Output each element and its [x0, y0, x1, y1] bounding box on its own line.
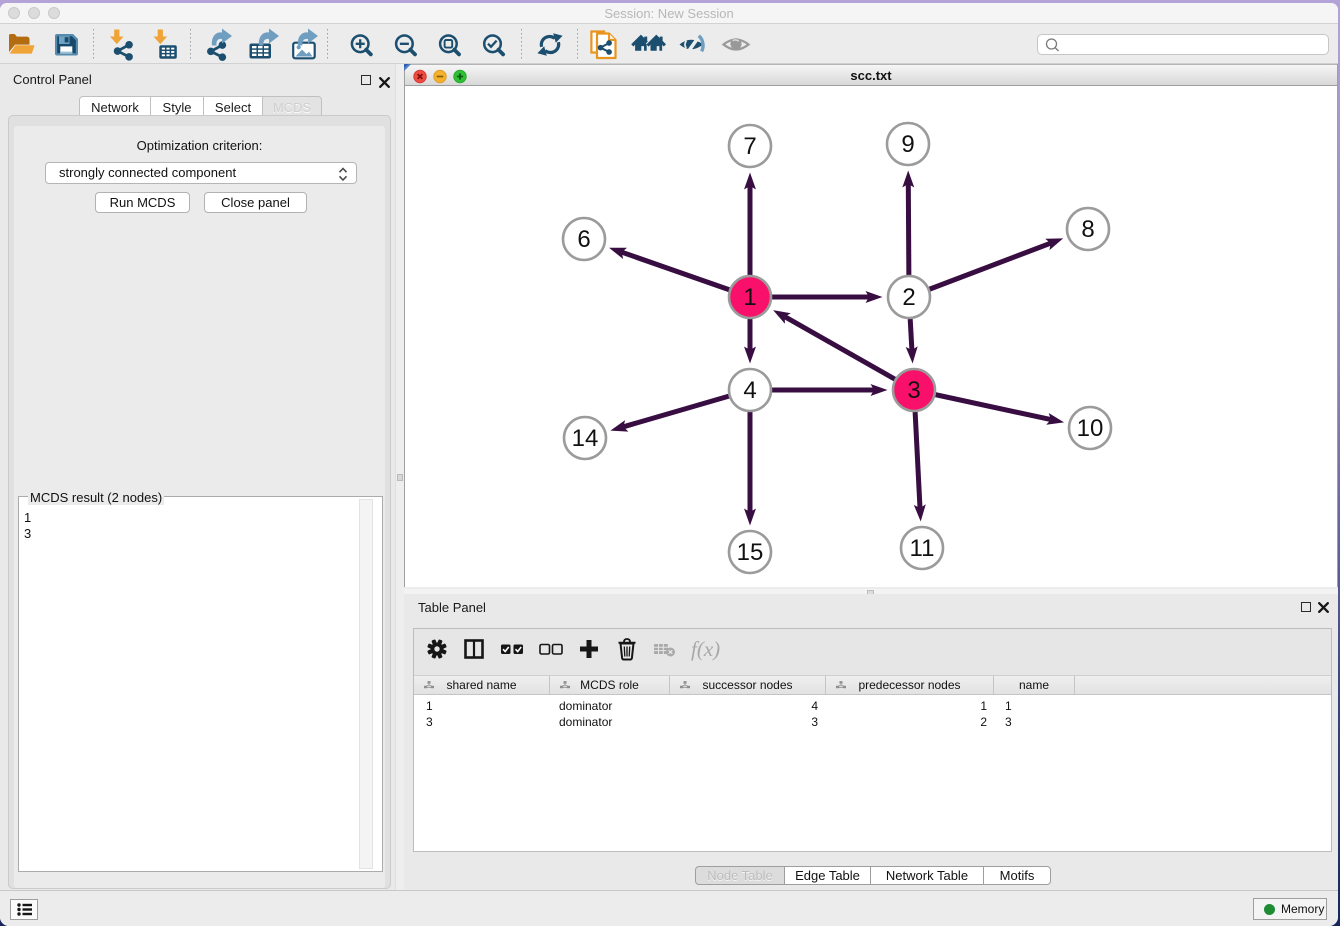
- svg-text:1: 1: [743, 284, 756, 311]
- svg-text:6: 6: [577, 226, 590, 253]
- svg-text:15: 15: [737, 539, 764, 566]
- svg-text:11: 11: [910, 535, 935, 562]
- svg-text:f(x): f(x): [691, 637, 720, 661]
- svg-text:2: 2: [902, 284, 915, 311]
- svg-text:14: 14: [572, 425, 599, 452]
- svg-text:3: 3: [907, 377, 920, 404]
- svg-text:9: 9: [901, 131, 914, 158]
- svg-text:10: 10: [1077, 415, 1104, 442]
- svg-text:8: 8: [1081, 216, 1094, 243]
- svg-text:7: 7: [743, 133, 756, 160]
- svg-text:4: 4: [743, 377, 756, 404]
